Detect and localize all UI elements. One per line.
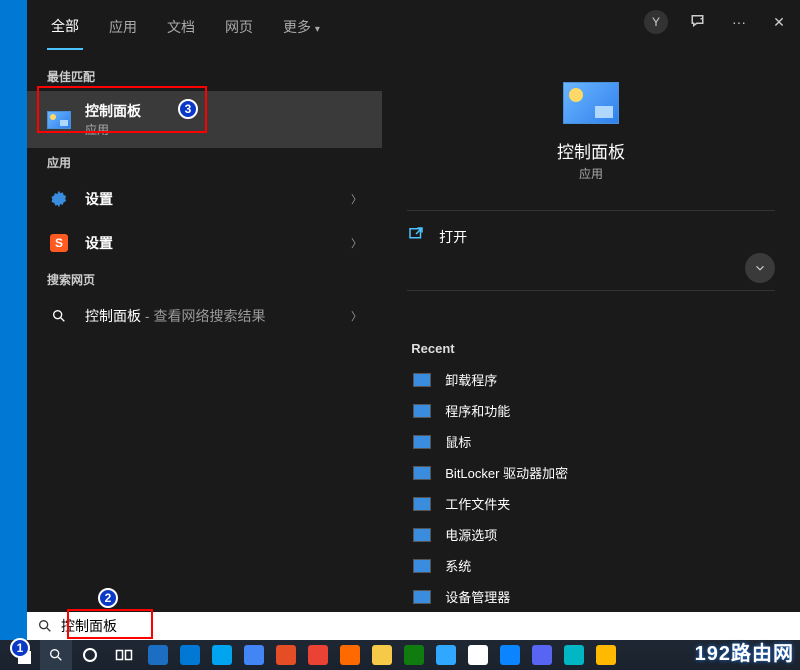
recent-item-icon — [413, 528, 431, 542]
open-icon[interactable] — [407, 225, 425, 248]
recent-item-label: 鼠标 — [445, 432, 471, 451]
search-input[interactable] — [61, 618, 790, 634]
result-title: 控制面板 — [85, 101, 362, 121]
gear-icon — [47, 187, 71, 211]
sogou-icon: S — [47, 231, 71, 255]
detail-hero: 控制面板 应用 — [382, 62, 800, 196]
recent-item-icon — [413, 404, 431, 418]
annotation-marker-3: 3 — [178, 99, 198, 119]
tab-apps[interactable]: 应用 — [105, 9, 141, 49]
detail-title: 控制面板 — [557, 138, 625, 163]
taskbar-app[interactable] — [430, 640, 462, 670]
taskbar-app[interactable] — [462, 640, 494, 670]
feedback-icon[interactable] — [690, 12, 708, 33]
search-panel: 全部 应用 文档 网页 更多 ▾ Y ··· ✕ 最佳匹配 控制面板 应用 应用 — [27, 0, 800, 612]
results-left: 最佳匹配 控制面板 应用 应用 设置 〉 S 设置 — [27, 50, 382, 612]
web-label: 搜索网页 — [27, 265, 382, 294]
result-best-match[interactable]: 控制面板 应用 — [27, 91, 382, 148]
recent-label: Recent — [411, 341, 770, 356]
recent-list: 卸载程序程序和功能鼠标 BitLocker 驱动器加密工作文件夹电源选项系统设备管… — [411, 364, 770, 612]
taskbar-app[interactable] — [270, 640, 302, 670]
header-actions: Y ··· ✕ — [644, 10, 788, 34]
result-app-settings-2[interactable]: S 设置 〉 — [27, 221, 382, 265]
taskbar-app[interactable] — [494, 640, 526, 670]
result-app-settings-1[interactable]: 设置 〉 — [27, 177, 382, 221]
open-action-row: 打开 — [407, 225, 775, 248]
control-panel-icon-large — [563, 82, 619, 124]
divider — [407, 210, 775, 211]
task-view-icon[interactable] — [108, 640, 140, 670]
recent-item-icon — [413, 435, 431, 449]
tab-all[interactable]: 全部 — [47, 8, 83, 50]
detail-subtitle: 应用 — [579, 165, 603, 182]
recent-item-label: 工作文件夹 — [445, 494, 510, 513]
recent-item-label: 系统 — [445, 556, 471, 575]
recent-item[interactable]: 卸载程序 — [411, 364, 770, 395]
chevron-right-icon: 〉 — [351, 235, 362, 251]
watermark: 192路由网 — [695, 637, 794, 666]
recent-item-icon — [413, 373, 431, 387]
more-icon[interactable]: ··· — [730, 14, 748, 30]
recent-item-icon — [413, 466, 431, 480]
taskbar — [0, 640, 800, 670]
taskbar-pinned-apps — [142, 640, 622, 670]
recent-item-label: 程序和功能 — [445, 401, 510, 420]
recent-item[interactable]: BitLocker 驱动器加密 — [411, 457, 770, 488]
avatar[interactable]: Y — [644, 10, 668, 34]
search-icon — [47, 304, 71, 328]
recent-item[interactable]: 工作文件夹 — [411, 488, 770, 519]
open-label[interactable]: 打开 — [439, 227, 775, 247]
recent-item-icon — [413, 559, 431, 573]
annotation-marker-2: 2 — [98, 588, 118, 608]
cortana-icon[interactable] — [74, 640, 106, 670]
taskbar-app[interactable] — [334, 640, 366, 670]
taskbar-app[interactable] — [206, 640, 238, 670]
divider — [407, 290, 775, 291]
recent-item-label: 电源选项 — [445, 525, 497, 544]
tab-docs[interactable]: 文档 — [163, 9, 199, 49]
results-detail: 控制面板 应用 打开 Recent 卸载程序程序和功能鼠标 BitLocker 驱… — [382, 50, 800, 612]
recent-item[interactable]: 设备管理器 — [411, 581, 770, 612]
control-panel-icon — [47, 108, 71, 132]
recent-item[interactable]: 系统 — [411, 550, 770, 581]
search-content: 最佳匹配 控制面板 应用 应用 设置 〉 S 设置 — [27, 50, 800, 612]
close-icon[interactable]: ✕ — [770, 14, 788, 31]
taskbar-app[interactable] — [238, 640, 270, 670]
taskbar-app[interactable] — [590, 640, 622, 670]
taskbar-app[interactable] — [302, 640, 334, 670]
taskbar-app[interactable] — [526, 640, 558, 670]
desktop-left-strip — [0, 0, 27, 670]
recent-item-label: BitLocker 驱动器加密 — [445, 463, 568, 482]
taskbar-app[interactable] — [142, 640, 174, 670]
best-match-label: 最佳匹配 — [27, 62, 382, 91]
chevron-right-icon: 〉 — [351, 191, 362, 207]
taskbar-app[interactable] — [398, 640, 430, 670]
result-web-search[interactable]: 控制面板 - 查看网络搜索结果 〉 — [27, 294, 382, 338]
tab-more[interactable]: 更多 ▾ — [279, 9, 324, 49]
recent-item-label: 卸载程序 — [445, 370, 497, 389]
tab-web[interactable]: 网页 — [221, 9, 257, 49]
apps-label: 应用 — [27, 148, 382, 177]
taskbar-search-icon[interactable] — [40, 640, 72, 670]
recent-item[interactable]: 鼠标 — [411, 426, 770, 457]
chevron-right-icon: 〉 — [351, 308, 362, 324]
recent-item-label: 设备管理器 — [445, 587, 510, 606]
search-icon — [37, 618, 53, 634]
taskbar-app[interactable] — [366, 640, 398, 670]
annotation-marker-1: 1 — [10, 638, 30, 658]
taskbar-app[interactable] — [558, 640, 590, 670]
recent-item-icon — [413, 497, 431, 511]
recent-item[interactable]: 电源选项 — [411, 519, 770, 550]
search-bar[interactable] — [27, 612, 800, 640]
recent-item-icon — [413, 590, 431, 604]
result-subtitle: 应用 — [85, 121, 362, 138]
chevron-down-icon[interactable] — [745, 253, 775, 283]
search-tabs: 全部 应用 文档 网页 更多 ▾ Y ··· ✕ — [27, 0, 800, 50]
taskbar-app[interactable] — [174, 640, 206, 670]
recent-item[interactable]: 程序和功能 — [411, 395, 770, 426]
